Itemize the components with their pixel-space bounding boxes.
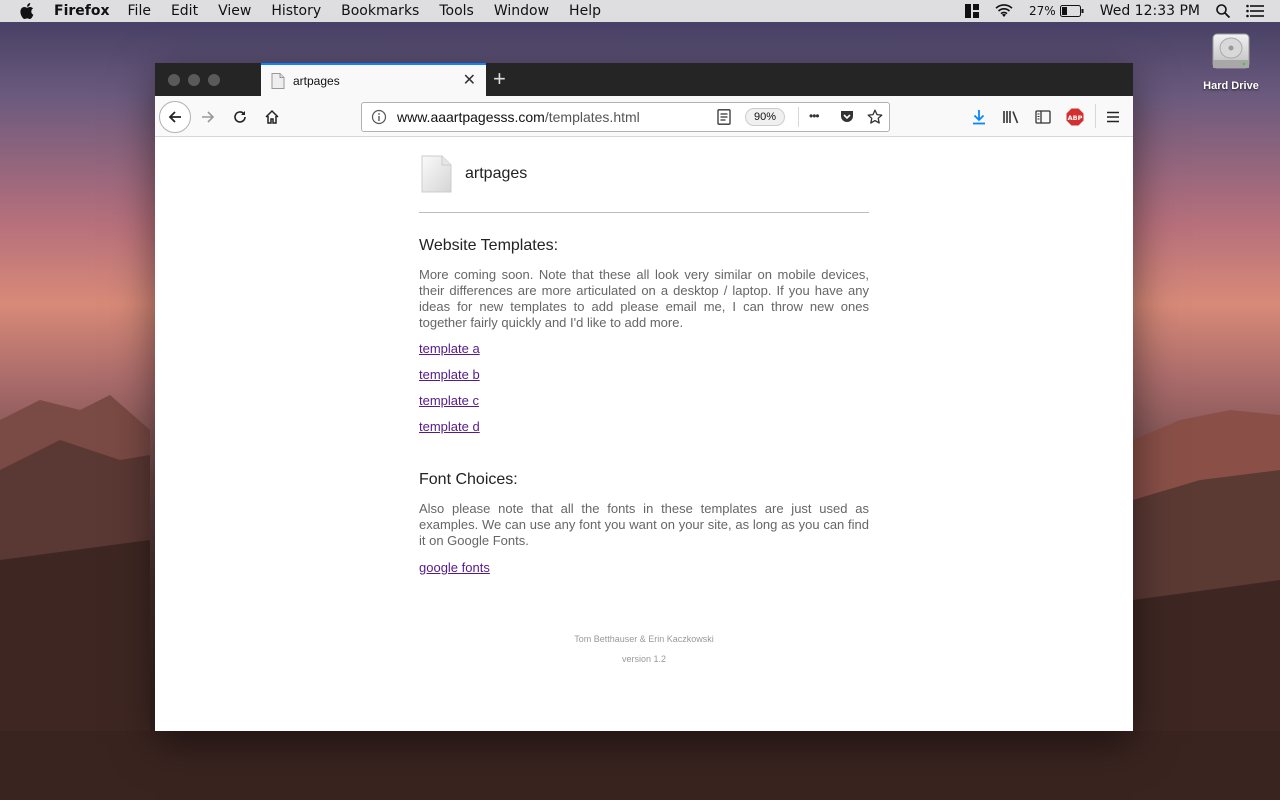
reload-icon [234, 110, 246, 123]
bookmark-star-icon[interactable] [867, 109, 883, 128]
close-tab-icon[interactable]: ✕ [463, 73, 476, 89]
template-c-link[interactable]: template c [419, 393, 479, 408]
site-name[interactable]: artpages [465, 165, 527, 183]
menu-tools[interactable]: Tools [439, 3, 474, 19]
battery-icon[interactable] [1059, 5, 1084, 17]
desktop-hard-drive[interactable]: Hard Drive [1198, 30, 1264, 92]
site-info-icon[interactable] [371, 109, 387, 125]
window-controls [168, 74, 228, 86]
menu-app-name[interactable]: Firefox [54, 3, 110, 19]
page-actions-more-icon[interactable]: ••• [809, 109, 820, 123]
svg-text:ABP: ABP [1068, 114, 1083, 122]
google-fonts-link[interactable]: google fonts [419, 560, 490, 575]
adblock-plus-icon: ABP [1066, 108, 1084, 125]
sidebar-button[interactable] [1032, 96, 1054, 137]
menu-bookmarks[interactable]: Bookmarks [341, 3, 419, 19]
url-host: www.aaartpagesss.com [397, 109, 545, 125]
download-arrow-icon [973, 109, 985, 124]
wifi-icon[interactable] [995, 4, 1013, 18]
reader-view-icon[interactable] [717, 109, 731, 128]
hamburger-menu-icon [1107, 111, 1119, 122]
library-icon [1003, 110, 1019, 123]
home-button[interactable] [261, 96, 283, 137]
site-logo-document-icon [419, 155, 453, 193]
toolbar-separator [1095, 104, 1096, 128]
adblock-plus-button[interactable]: ABP [1064, 96, 1086, 137]
template-d-link[interactable]: template d [419, 419, 480, 434]
hard-drive-icon [1209, 30, 1253, 74]
apple-menu-icon[interactable] [20, 3, 36, 19]
window-manager-icon[interactable] [965, 4, 980, 18]
header-divider [419, 212, 869, 213]
tab-bar: artpages ✕ + [155, 63, 1133, 96]
back-button[interactable] [158, 96, 192, 137]
battery-percent: 27% [1029, 4, 1056, 18]
menu-edit[interactable]: Edit [171, 3, 198, 19]
menu-bar: Firefox File Edit View History Bookmarks… [0, 0, 1280, 22]
url-path: /templates.html [544, 109, 640, 125]
menu-view[interactable]: View [218, 3, 251, 19]
zoom-level-button[interactable]: 90% [745, 108, 786, 126]
templates-description: More coming soon. Note that these all lo… [419, 267, 869, 330]
zoom-window-button[interactable] [208, 74, 220, 86]
menu-window[interactable]: Window [494, 3, 549, 19]
footer-version: version 1.2 [621, 654, 667, 664]
arrow-right-icon [202, 110, 215, 123]
home-icon [265, 109, 279, 124]
reload-button[interactable] [229, 96, 251, 137]
pocket-icon[interactable] [839, 109, 855, 128]
arrow-left-icon [168, 110, 181, 123]
spotlight-search-icon[interactable] [1216, 4, 1230, 18]
menu-history[interactable]: History [271, 3, 321, 19]
fonts-heading: Font Choices: [419, 471, 518, 488]
fonts-description: Also please note that all the fonts in t… [419, 501, 869, 548]
open-menu-button[interactable] [1102, 96, 1124, 137]
forward-button[interactable] [197, 96, 219, 137]
page-content: artpages Website Templates: More coming … [155, 137, 1133, 731]
notification-center-icon[interactable] [1246, 4, 1264, 18]
close-window-button[interactable] [168, 74, 180, 86]
navigation-toolbar: www.aaartpagesss.com/templates.html 90% … [155, 96, 1133, 137]
templates-heading: Website Templates: [419, 237, 559, 254]
urlbar-separator [798, 107, 799, 127]
downloads-button[interactable] [968, 96, 990, 137]
template-b-link[interactable]: template b [419, 367, 480, 382]
site-header: artpages [419, 155, 527, 193]
minimize-window-button[interactable] [188, 74, 200, 86]
new-tab-button[interactable]: + [493, 67, 506, 91]
page-favicon-icon [271, 72, 285, 89]
tab-title: artpages [293, 73, 340, 88]
address-bar[interactable]: www.aaartpagesss.com/templates.html 90% … [361, 102, 890, 132]
menu-file[interactable]: File [128, 3, 151, 19]
sidebar-icon [1035, 109, 1051, 124]
library-button[interactable] [1000, 96, 1022, 137]
tab-artpages[interactable]: artpages ✕ [261, 63, 486, 96]
menu-help[interactable]: Help [569, 3, 601, 19]
menubar-clock[interactable]: Wed 12:33 PM [1100, 3, 1200, 19]
template-a-link[interactable]: template a [419, 341, 480, 356]
firefox-window: artpages ✕ + www.aaartpagesss.com/templa… [155, 63, 1133, 731]
footer-authors: Tom Betthauser & Erin Kaczkowski [574, 634, 714, 644]
hard-drive-label: Hard Drive [1203, 80, 1259, 92]
